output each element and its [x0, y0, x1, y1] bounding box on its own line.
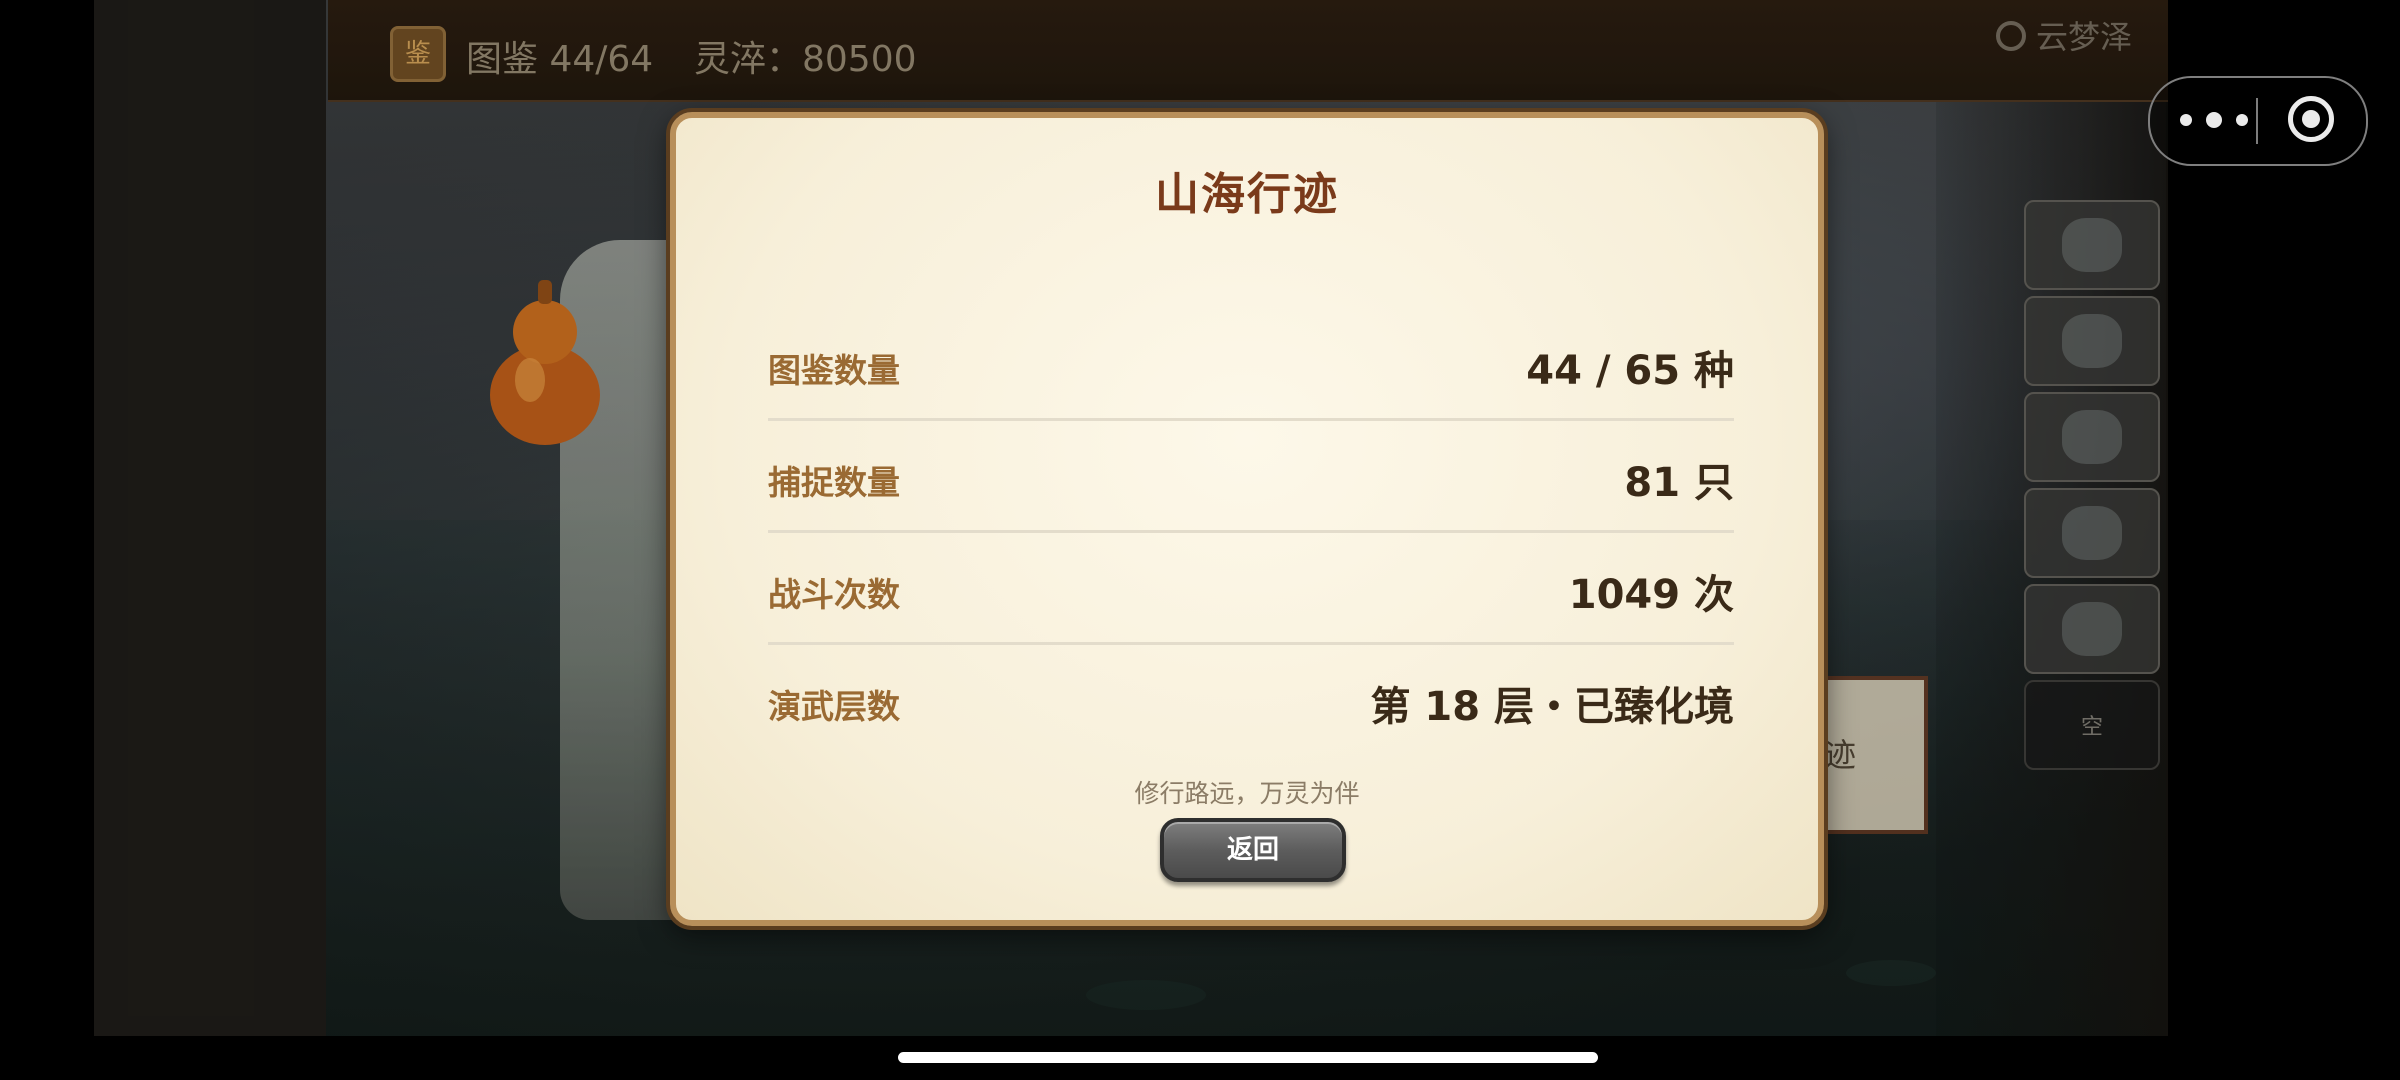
stat-value: 44 / 65 种 [1526, 348, 1734, 394]
stat-row-captured: 捕捉数量 81 只 [768, 418, 1734, 533]
stat-row-codex: 图鉴数量 44 / 65 种 [768, 306, 1734, 421]
stat-value: 第 18 层・已臻化境 [1370, 684, 1734, 730]
back-button[interactable]: 返回 [1160, 818, 1346, 882]
home-indicator[interactable] [898, 1052, 1598, 1063]
stat-value: 81 只 [1624, 460, 1734, 506]
dialog-motto: 修行路远，万灵为伴 [1134, 779, 1360, 808]
stat-row-tower: 演武层数 第 18 层・已臻化境 [768, 642, 1734, 754]
stat-label: 捕捉数量 [768, 463, 900, 502]
journey-stats-dialog: 山海行迹 图鉴数量 44 / 65 种 捕捉数量 81 只 战斗次数 1049 … [670, 112, 1824, 926]
stat-value: 1049 次 [1568, 572, 1734, 618]
stat-label: 图鉴数量 [768, 351, 900, 390]
stat-label: 演武层数 [768, 687, 900, 726]
dialog-title: 山海行迹 [1155, 169, 1339, 220]
stat-row-battles: 战斗次数 1049 次 [768, 530, 1734, 645]
stat-label: 战斗次数 [768, 575, 900, 614]
